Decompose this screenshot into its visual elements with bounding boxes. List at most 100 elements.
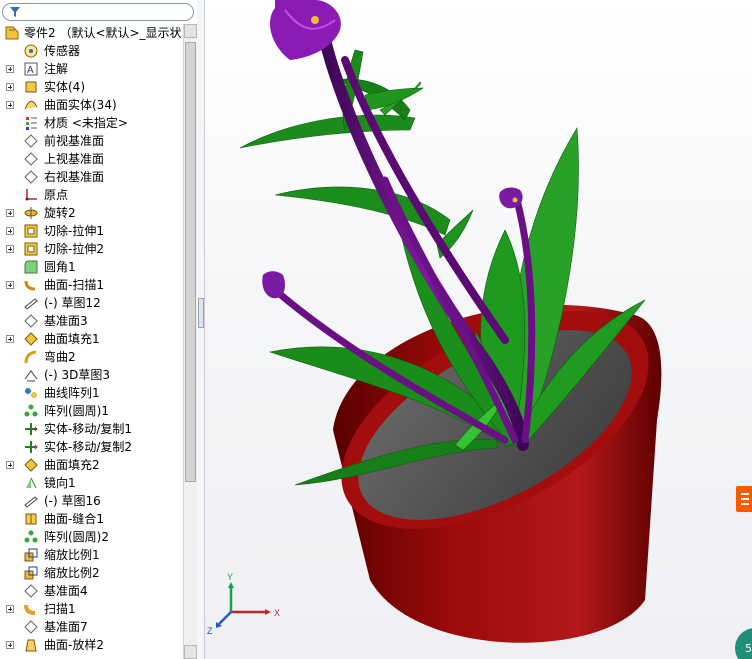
expand-toggle-icon[interactable] [6, 281, 14, 289]
tree-item[interactable]: 曲面-缝合1 [0, 510, 182, 528]
sketch-icon [24, 298, 38, 310]
tree-item[interactable]: 实体(4) [0, 78, 182, 96]
tree-item-label: 注解 [44, 62, 69, 76]
tree-item[interactable]: (-) 草图12 [0, 294, 182, 312]
expand-toggle-icon[interactable] [6, 605, 14, 613]
expand-toggle-icon[interactable] [6, 245, 14, 253]
cut-extrude-icon [24, 224, 38, 238]
tree-item[interactable]: 弯曲2 [0, 348, 182, 366]
plane-icon [24, 152, 38, 166]
tree-scrollbar[interactable] [183, 24, 197, 659]
filter-icon [10, 7, 20, 17]
tree-item-label: (-) 草图12 [44, 296, 101, 310]
bud-left [262, 271, 285, 299]
tree-item[interactable]: 曲面填充2 [0, 456, 182, 474]
scale-icon [24, 548, 38, 562]
tree-filter[interactable] [2, 3, 194, 21]
tree-item-label: 右视基准面 [44, 170, 105, 184]
tree-item[interactable]: 前视基准面 [0, 132, 182, 150]
tree-item[interactable]: 切除-拉伸2 [0, 240, 182, 258]
cut-extrude-icon [24, 242, 38, 256]
tree-item[interactable]: 扫描1 [0, 600, 182, 618]
tree-list: 零件2 （默认<默认>_显示状传感器 A 注解实体(4) 曲面实体(34) 材质 <未指… [0, 24, 182, 654]
tree-item-label: 旋转2 [44, 206, 76, 220]
fillet-icon [24, 260, 38, 274]
material-icon [26, 117, 37, 130]
tree-item[interactable]: 缩放比例2 [0, 564, 182, 582]
sketch-icon [24, 496, 38, 508]
tree-item[interactable]: 曲面实体(34) [0, 96, 182, 114]
tree-item[interactable]: 旋转2 [0, 204, 182, 222]
tree-item-label: 传感器 [44, 44, 81, 58]
tree-item[interactable]: 原点 [0, 186, 182, 204]
tree-item-label: 实体-移动/复制2 [44, 440, 133, 454]
curve-pattern-icon [25, 388, 37, 398]
surface-sweep-icon [24, 280, 36, 291]
tree-item-label: 镜向1 [44, 476, 76, 490]
tree-item-label: 阵列(圆周)1 [44, 404, 109, 418]
expand-toggle-icon[interactable] [6, 227, 14, 235]
expand-toggle-icon[interactable] [6, 209, 14, 217]
tree-item-label: 基准面7 [44, 620, 88, 634]
tree-item[interactable]: A 注解 [0, 60, 182, 78]
tree-item[interactable]: 曲面-放样2 [0, 636, 182, 654]
collapse-panel-handle[interactable] [198, 298, 204, 328]
tree-item[interactable]: 曲面填充1 [0, 330, 182, 348]
tree-item-label: 扫描1 [44, 602, 76, 616]
tree-item[interactable]: (-) 3D草图3 [0, 366, 182, 384]
tree-item-label: 曲面-缝合1 [44, 512, 104, 526]
plane-icon [24, 620, 38, 634]
tree-item[interactable]: 实体-移动/复制1 [0, 420, 182, 438]
tree-root-part[interactable]: 零件2 （默认<默认>_显示状 [0, 24, 182, 42]
tree-item[interactable]: 材质 <未指定> [0, 114, 182, 132]
tree-item[interactable]: 曲面-扫描1 [0, 276, 182, 294]
tree-item[interactable]: (-) 草图16 [0, 492, 182, 510]
tree-item[interactable]: 传感器 [0, 42, 182, 60]
solid-body-icon [25, 81, 37, 93]
tree-item-label: 原点 [44, 188, 69, 202]
expand-toggle-icon[interactable] [6, 335, 14, 343]
plane-icon [24, 314, 38, 328]
expand-toggle-icon[interactable] [6, 461, 14, 469]
scroll-thumb[interactable] [185, 42, 196, 482]
tree-item-label: 缩放比例1 [44, 548, 100, 562]
scroll-up-arrow[interactable] [184, 24, 197, 38]
tree-item[interactable]: 基准面7 [0, 618, 182, 636]
surface-fill-icon [24, 332, 38, 346]
expand-toggle-icon[interactable] [6, 65, 14, 73]
tree-item[interactable]: 缩放比例1 [0, 546, 182, 564]
tree-item-label: 曲面-扫描1 [44, 278, 104, 292]
graphics-area[interactable]: X Y Z 5 [205, 0, 752, 659]
tree-item[interactable]: 镜向1 [0, 474, 182, 492]
tree-item[interactable]: 圆角1 [0, 258, 182, 276]
tree-item[interactable]: 上视基准面 [0, 150, 182, 168]
tree-item[interactable]: 曲线阵列1 [0, 384, 182, 402]
tree-item-label: 实体(4) [44, 80, 85, 94]
tree-item[interactable]: 阵列(圆周)2 [0, 528, 182, 546]
tree-item-label: 切除-拉伸2 [44, 242, 104, 256]
logo-badge-icon [736, 486, 752, 512]
mirror-icon [26, 477, 37, 489]
panel-splitter[interactable] [197, 0, 205, 659]
tree-item[interactable]: 基准面4 [0, 582, 182, 600]
corner-badge-text: 5 [745, 642, 752, 655]
tree-item[interactable]: 基准面3 [0, 312, 182, 330]
annotation-icon: A [24, 62, 38, 76]
scroll-down-arrow[interactable] [184, 645, 197, 659]
expand-toggle-icon[interactable] [6, 83, 14, 91]
tree-item[interactable]: 实体-移动/复制2 [0, 438, 182, 456]
tree-item[interactable]: 切除-拉伸1 [0, 222, 182, 240]
tree-item[interactable]: 阵列(圆周)1 [0, 402, 182, 420]
tree-item-label: 实体-移动/复制1 [44, 422, 133, 436]
tree-item-label: 弯曲2 [44, 350, 76, 364]
origin-icon [25, 189, 37, 201]
triad-z-label: Z [207, 626, 213, 636]
tree-item-label: 曲面填充1 [44, 332, 100, 346]
tree-item[interactable]: 右视基准面 [0, 168, 182, 186]
tree-item-label: 阵列(圆周)2 [44, 530, 109, 544]
surface-fill-icon [24, 458, 38, 472]
expand-toggle-icon[interactable] [6, 641, 14, 649]
move-copy-icon [25, 423, 38, 435]
surface-knit-icon [25, 513, 37, 525]
expand-toggle-icon[interactable] [6, 101, 14, 109]
